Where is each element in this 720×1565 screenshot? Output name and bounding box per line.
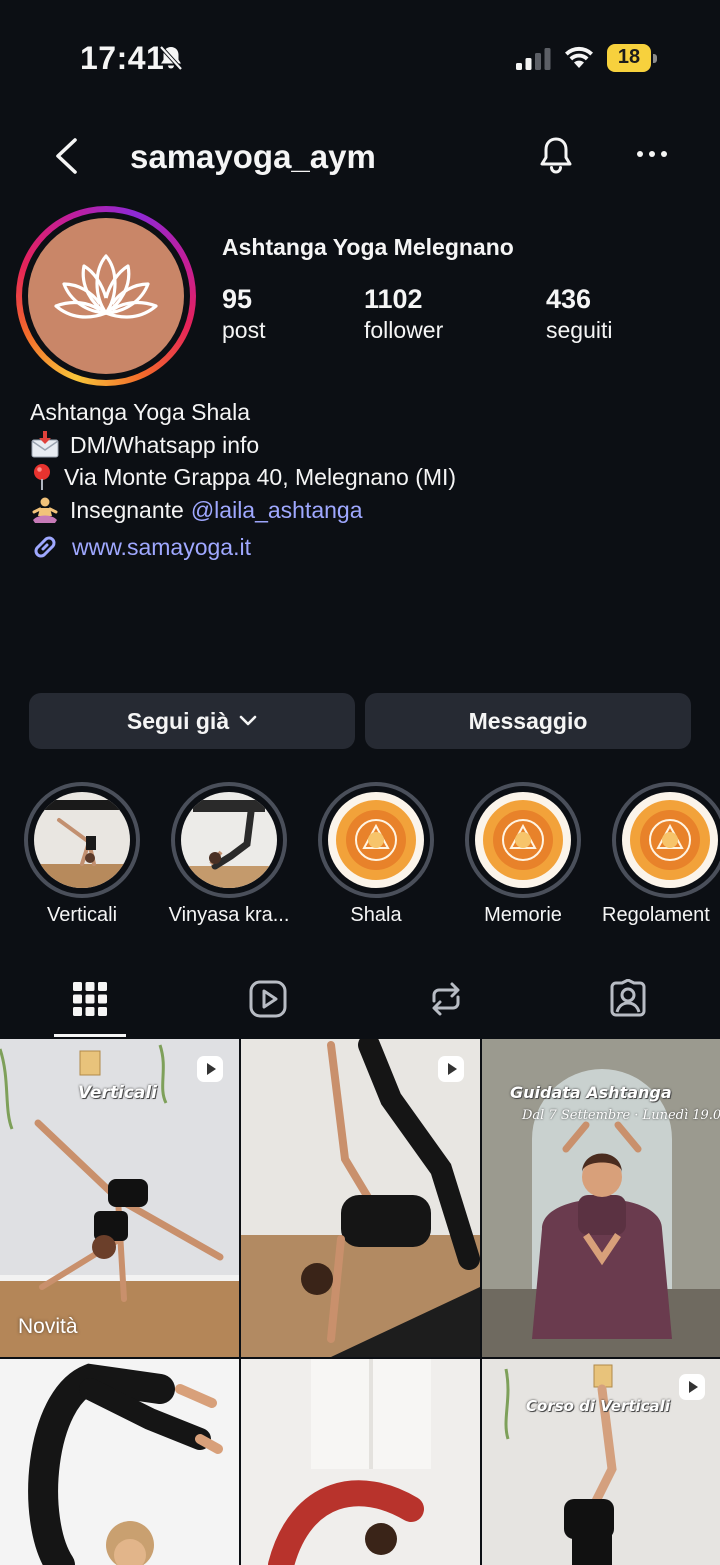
teacher-mention-link[interactable]: @laila_ashtanga: [191, 494, 363, 527]
battery-indicator: 18: [607, 44, 657, 72]
bio-line: Via Monte Grappa 40, Melegnano (MI): [30, 461, 456, 494]
highlight-label: Regolament: [602, 904, 710, 926]
following-button[interactable]: Segui già: [29, 693, 355, 749]
reel-badge-icon: [679, 1374, 705, 1400]
bio-text: DM/Whatsapp info: [70, 431, 260, 458]
story-ring[interactable]: [16, 206, 196, 386]
following-count: 436: [546, 284, 592, 314]
post-thumbnail[interactable]: [241, 1359, 480, 1565]
highlight-regolamento[interactable]: Regolament: [602, 782, 720, 926]
post-subtitle: Dal 7 Settembre · Lunedì 19.00: [522, 1108, 720, 1123]
website-url: www.samayoga.it: [72, 533, 251, 560]
message-button-label: Messaggio: [468, 707, 588, 734]
lotus-logo-icon: [54, 254, 158, 319]
post-thumbnail[interactable]: Guidata Ashtanga Dal 7 Settembre · Luned…: [482, 1039, 720, 1357]
reel-badge-icon: [438, 1056, 464, 1082]
post-thumbnail[interactable]: Verticali Novità: [0, 1039, 239, 1357]
stat-followers[interactable]: 1102 follower: [364, 284, 443, 344]
side-plank-photo: [241, 1039, 480, 1357]
following-button-label: Segui già: [126, 707, 230, 734]
cellular-signal-icon: [516, 48, 551, 70]
highlight-ring: [318, 782, 434, 898]
tab-reels[interactable]: [178, 960, 358, 1038]
backbend-photo: [0, 1359, 239, 1565]
highlight-ring: [465, 782, 581, 898]
posts-grid: Verticali Novità Guidata Ashtanga Dal 7 …: [0, 1039, 720, 1565]
bio-line: DM/Whatsapp info: [30, 429, 456, 462]
highlight-label: Memorie: [484, 904, 562, 926]
tab-tagged[interactable]: [538, 960, 718, 1038]
highlight-ring: [24, 782, 140, 898]
chevron-down-icon: [239, 715, 257, 726]
highlight-memorie[interactable]: Memorie: [465, 782, 581, 926]
profile-header: samayoga_aym: [0, 118, 720, 198]
mandala-thumbnail: [328, 792, 424, 888]
active-tab-indicator: [54, 1034, 126, 1037]
profile-bio: Ashtanga Yoga Shala DM/Whatsapp info Via…: [30, 396, 456, 526]
grid-icon: [73, 982, 107, 1016]
post-title: Verticali: [78, 1083, 157, 1103]
reel-badge-icon: [197, 1056, 223, 1082]
highlight-vinyasa-krama[interactable]: Vinyasa kra...: [169, 782, 289, 926]
envelope-arrow-icon: [31, 430, 59, 458]
mandala-thumbnail: [622, 792, 718, 888]
tab-reposts[interactable]: [356, 960, 536, 1038]
bio-text: Insegnante: [70, 496, 184, 523]
battery-level: 18: [617, 46, 641, 68]
highlight-cover: [328, 792, 424, 888]
profile-tabs: [0, 960, 720, 1038]
notifications-bell-icon[interactable]: [536, 134, 576, 178]
back-icon[interactable]: [50, 136, 86, 176]
post-badge: Novità: [18, 1315, 78, 1338]
avatar[interactable]: [28, 218, 184, 374]
highlight-shala[interactable]: Shala: [318, 782, 434, 926]
status-time: 17:41: [80, 40, 165, 76]
pose-thumbnail: [181, 792, 277, 888]
posts-label: post: [222, 317, 266, 343]
following-label: seguiti: [546, 317, 613, 343]
post-thumbnail[interactable]: Corso di Verticali: [482, 1359, 720, 1565]
more-options-icon[interactable]: [632, 142, 672, 166]
wheel-pose-photo: [241, 1359, 480, 1565]
highlight-ring: [171, 782, 287, 898]
highlight-cover: [34, 792, 130, 888]
website-link[interactable]: www.samayoga.it: [30, 532, 251, 562]
status-bar: 17:41 18: [0, 0, 720, 118]
highlight-cover: [181, 792, 277, 888]
battery-tip: [653, 54, 657, 63]
highlight-cover: [622, 792, 718, 888]
stat-posts[interactable]: 95 post: [222, 284, 265, 344]
display-name: Ashtanga Yoga Melegnano: [222, 234, 514, 260]
bio-text: Ashtanga Yoga Shala: [30, 399, 250, 425]
person-in-lotus-position-icon: [32, 497, 58, 523]
followers-label: follower: [364, 317, 444, 343]
handstand-thumbnail: [34, 792, 130, 888]
message-button[interactable]: Messaggio: [365, 693, 691, 749]
highlight-verticali[interactable]: Verticali: [24, 782, 140, 926]
post-thumbnail[interactable]: [0, 1359, 239, 1565]
highlight-cover: [475, 792, 571, 888]
wifi-icon: [565, 46, 593, 68]
post-thumbnail[interactable]: [241, 1039, 480, 1357]
stat-following[interactable]: 436 seguiti: [546, 284, 612, 344]
post-title: Corso di Verticali: [526, 1397, 670, 1415]
bio-line: Ashtanga Yoga Shala: [30, 396, 456, 429]
followers-count: 1102: [364, 284, 423, 314]
tagged-person-icon: [610, 979, 646, 1017]
bio-text: Via Monte Grappa 40, Melegnano (MI): [64, 464, 457, 490]
link-icon: [34, 536, 56, 558]
highlight-ring: [612, 782, 720, 898]
reposts-icon: [432, 982, 460, 1016]
bio-line: Insegnante @laila_ashtanga: [30, 494, 456, 527]
post-title: Guidata Ashtanga: [510, 1083, 672, 1102]
bell-slash-icon: [159, 45, 183, 71]
mandala-thumbnail: [475, 792, 571, 888]
tab-posts-grid[interactable]: [0, 960, 180, 1038]
posts-count: 95: [222, 284, 253, 314]
reels-icon: [249, 980, 287, 1018]
profile-username: samayoga_aym: [130, 138, 376, 175]
round-pushpin-icon: [34, 464, 50, 491]
